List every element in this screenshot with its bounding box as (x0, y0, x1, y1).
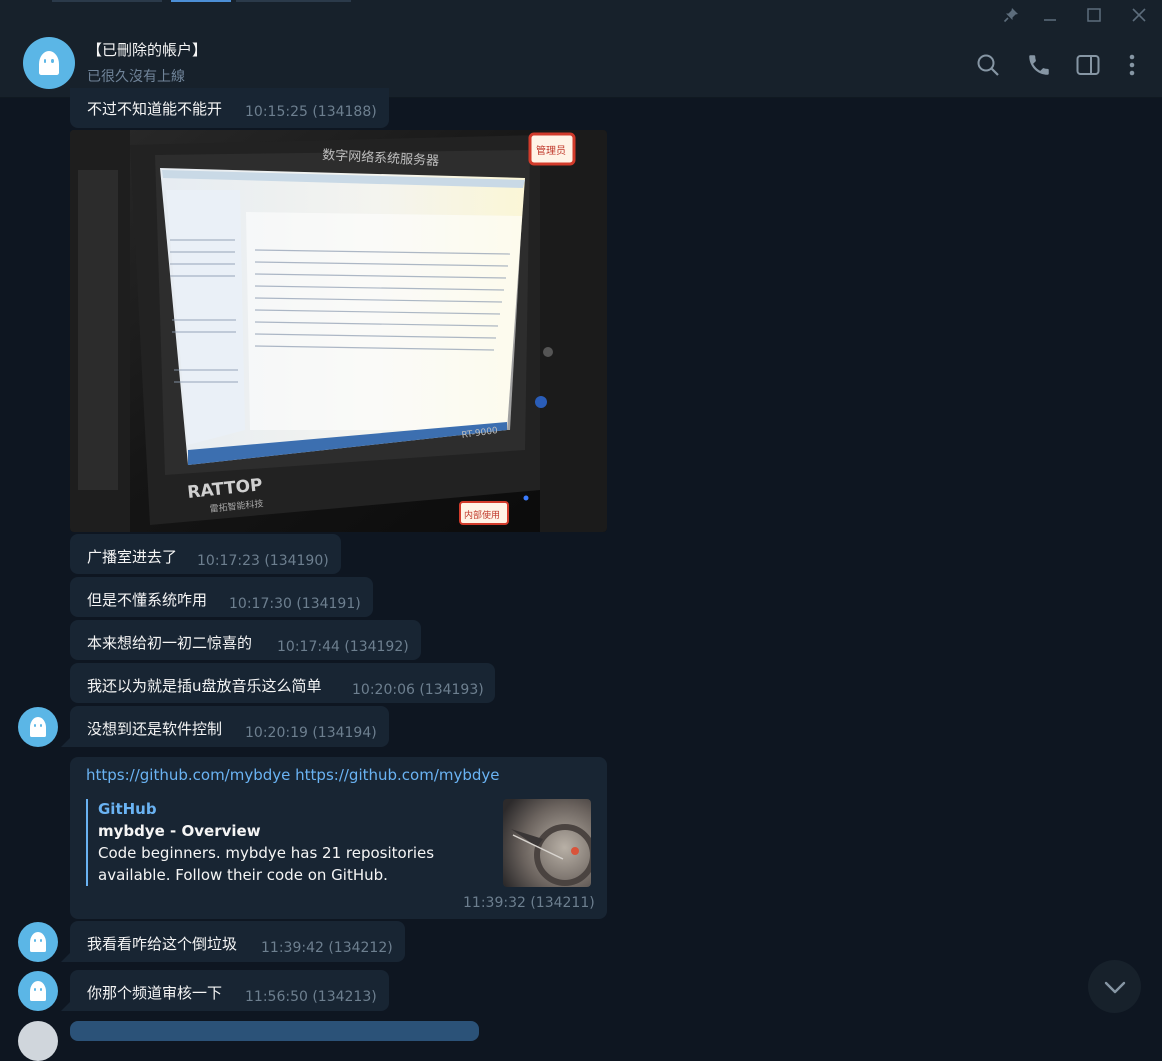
link-urls: https://github.com/mybdye https://github… (86, 766, 500, 784)
preview-desc-line1: Code beginners. mybdye has 21 repositori… (98, 844, 435, 862)
close-icon[interactable] (1127, 5, 1151, 25)
message-text: 我还以为就是插u盘放音乐这么简单 (87, 677, 322, 695)
scroll-down-button[interactable] (1088, 960, 1141, 1013)
message-bubble[interactable]: 没想到还是软件控制 10:20:19 (134194) (70, 706, 389, 747)
tab-indicator (52, 0, 162, 2)
more-icon[interactable] (1119, 52, 1145, 78)
preview-desc-line2: available. Follow their code on GitHub. (98, 866, 388, 884)
message-time: 11:39:32 (134211) (463, 895, 595, 911)
message-time: 11:56:50 (134213) (245, 989, 377, 1005)
message-text: 广播室进去了 (87, 548, 178, 566)
ghost-avatar-icon[interactable] (18, 707, 58, 747)
message-text: 没想到还是软件控制 (87, 720, 223, 738)
ghost-avatar-icon[interactable] (18, 922, 58, 962)
preview-thumbnail[interactable] (503, 799, 591, 887)
chevron-down-icon (1104, 981, 1125, 993)
chat-title[interactable]: 【已刪除的帳户】 (87, 39, 207, 60)
message-text: 本来想给初一初二惊喜的 (87, 634, 253, 652)
photo-message[interactable]: 数字网络系统服务器 管理员 RATTOP 雷拓智能科技 RT-9000 内部使用 (70, 130, 607, 532)
message-bubble[interactable]: 广播室进去了 10:17:23 (134190) (70, 534, 341, 574)
tab-indicator (236, 0, 351, 2)
photo-tag-top: 管理员 (536, 144, 566, 157)
message-text: 不过不知道能不能开 (87, 100, 223, 118)
window-titlebar (0, 0, 1162, 30)
message-time: 11:39:42 (134212) (261, 940, 393, 956)
message-text: 但是不懂系统咋用 (87, 591, 208, 609)
chat-status: 已很久沒有上線 (87, 69, 185, 85)
message-time: 10:17:44 (134192) (277, 639, 409, 655)
message-text: 你那个频道审核一下 (87, 984, 223, 1002)
search-icon[interactable] (975, 52, 1001, 78)
sidebar-icon[interactable] (1075, 52, 1101, 78)
message-text: 我看看咋给这个倒垃圾 (87, 935, 238, 953)
message-bubble[interactable]: 不过不知道能不能开 10:15:25 (134188) (70, 88, 389, 128)
message-time: 10:15:25 (134188) (245, 104, 377, 120)
preview-accent-bar (86, 799, 88, 886)
avatar[interactable] (18, 1021, 58, 1061)
pin-icon[interactable] (999, 5, 1023, 25)
message-bubble[interactable]: 我还以为就是插u盘放音乐这么简单 10:20:06 (134193) (70, 663, 495, 703)
ghost-avatar-icon[interactable] (18, 971, 58, 1011)
minimize-icon[interactable] (1038, 5, 1062, 25)
ghost-avatar-icon[interactable] (23, 37, 75, 89)
message-time: 10:17:30 (134191) (229, 596, 361, 612)
message-bubble[interactable]: 我看看咋给这个倒垃圾 11:39:42 (134212) (70, 921, 405, 962)
maximize-icon[interactable] (1082, 5, 1106, 25)
message-bubble[interactable]: 但是不懂系统咋用 10:17:30 (134191) (70, 577, 373, 617)
link-url[interactable]: https://github.com/mybdye (86, 766, 290, 784)
preview-title[interactable]: mybdye - Overview (98, 822, 261, 840)
message-bubble[interactable]: 你那个频道审核一下 11:56:50 (134213) (70, 970, 389, 1011)
phone-icon[interactable] (1026, 52, 1052, 78)
tab-indicator-active (171, 0, 231, 2)
message-time: 10:17:23 (134190) (197, 553, 329, 569)
preview-site: GitHub (98, 800, 157, 818)
message-bubble[interactable]: 本来想给初一初二惊喜的 10:17:44 (134192) (70, 620, 421, 660)
message-time: 10:20:06 (134193) (352, 682, 484, 698)
photo-tag-bottom: 内部使用 (464, 509, 500, 521)
message-time: 10:20:19 (134194) (245, 725, 377, 741)
link-url[interactable]: https://github.com/mybdye (295, 766, 499, 784)
message-bubble[interactable] (70, 1021, 479, 1041)
